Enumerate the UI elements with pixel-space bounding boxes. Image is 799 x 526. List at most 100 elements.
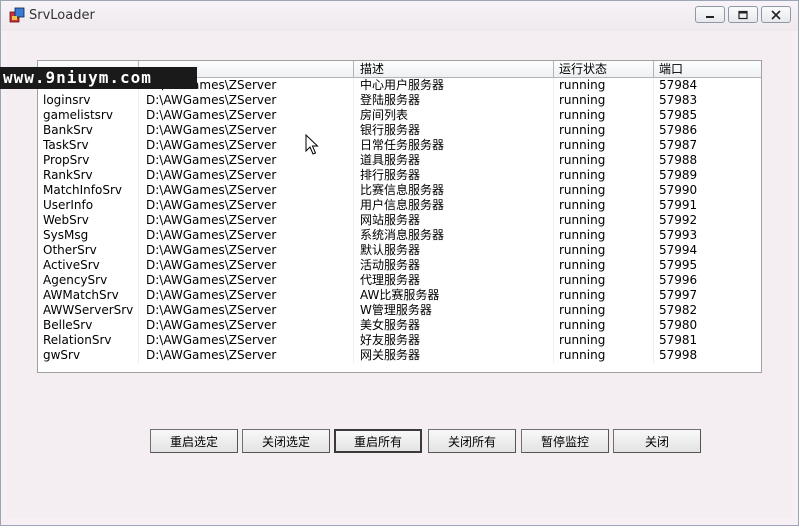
column-header-description[interactable]: 描述 bbox=[354, 61, 554, 78]
mouse-pointer-icon bbox=[305, 134, 319, 155]
cell-path: D:\AWGames\ZServer bbox=[139, 123, 354, 138]
cell-path: D:\AWGames\ZServer bbox=[139, 168, 354, 183]
list-rows: CenterUserD:\AWGames\ZServer中心用户服务器runni… bbox=[38, 78, 761, 363]
cell-status: running bbox=[554, 288, 654, 303]
cell-description: 道具服务器 bbox=[354, 153, 554, 168]
cell-name: AgencySrv bbox=[38, 273, 139, 288]
cell-description: 房间列表 bbox=[354, 108, 554, 123]
cell-path: D:\AWGames\ZServer bbox=[139, 138, 354, 153]
cell-path: D:\AWGames\ZServer bbox=[139, 258, 354, 273]
table-row[interactable]: BelleSrv D:\AWGames\ZServer 美女服务器 running 57… bbox=[38, 318, 761, 333]
table-row[interactable]: TaskSrv D:\AWGames\ZServer 日常任务服务器 running 5… bbox=[38, 138, 761, 153]
cell-name: AWMatchSrv bbox=[38, 288, 139, 303]
close-window-button[interactable] bbox=[761, 6, 791, 23]
close-icon bbox=[771, 9, 781, 20]
cell-path: D:\AWGames\ZServer bbox=[139, 273, 354, 288]
table-row[interactable]: UserInfo D:\AWGames\ZServer 用户信息服务器 running… bbox=[38, 198, 761, 213]
restart-all-button[interactable]: 重启所有 bbox=[334, 429, 422, 453]
cell-name: UserInfo bbox=[38, 198, 139, 213]
cell-path: D:\AWGames\ZServer bbox=[139, 318, 354, 333]
restart-selected-button[interactable]: 重启选定 bbox=[150, 429, 238, 453]
cell-description: 好友服务器 bbox=[354, 333, 554, 348]
cell-status: running bbox=[554, 108, 654, 123]
cell-port: 57986 bbox=[659, 123, 698, 137]
cell-port: 57988 bbox=[659, 153, 698, 167]
cell-port: 57982 bbox=[659, 303, 698, 317]
app-icon bbox=[9, 7, 25, 23]
cell-port: 57993 bbox=[659, 228, 698, 242]
close-button[interactable]: 关闭 bbox=[613, 429, 701, 453]
cell-path: D:\AWGames\ZServer bbox=[139, 228, 354, 243]
title-bar[interactable]: SrvLoader bbox=[1, 1, 798, 31]
cell-description: 网站服务器 bbox=[354, 213, 554, 228]
table-row[interactable]: AWMatchSrv D:\AWGames\ZServer AW比赛服务器 runni… bbox=[38, 288, 761, 303]
table-row[interactable]: SysMsg D:\AWGames\ZServer 系统消息服务器 running 57… bbox=[38, 228, 761, 243]
cell-status: running bbox=[554, 78, 654, 93]
cell-status: running bbox=[554, 333, 654, 348]
cell-status: running bbox=[554, 213, 654, 228]
cell-name: RankSrv bbox=[38, 168, 139, 183]
cell-path: D:\AWGames\ZServer bbox=[139, 93, 354, 108]
cell-name: RelationSrv bbox=[38, 333, 139, 348]
cell-status: running bbox=[554, 318, 654, 333]
table-row[interactable]: BankSrv D:\AWGames\ZServer 银行服务器 running 579… bbox=[38, 123, 761, 138]
table-row[interactable]: WebSrv D:\AWGames\ZServer 网站服务器 running 5799… bbox=[38, 213, 761, 228]
table-row[interactable]: ActiveSrv D:\AWGames\ZServer 活动服务器 running 5… bbox=[38, 258, 761, 273]
table-row[interactable]: AgencySrv D:\AWGames\ZServer 代理服务器 running 5… bbox=[38, 273, 761, 288]
cell-status: running bbox=[554, 183, 654, 198]
cell-port: 57991 bbox=[659, 198, 698, 212]
cell-status: running bbox=[554, 243, 654, 258]
minimize-button[interactable] bbox=[695, 6, 725, 23]
table-row[interactable]: AWWServerSrv D:\AWGames\ZServer W管理服务器 runn… bbox=[38, 303, 761, 318]
table-row[interactable]: PropSrv D:\AWGames\ZServer 道具服务器 running 579… bbox=[38, 153, 761, 168]
cell-port: 57981 bbox=[659, 333, 698, 347]
cell-status: running bbox=[554, 348, 654, 363]
cell-name: PropSrv bbox=[38, 153, 139, 168]
table-row[interactable]: RelationSrv D:\AWGames\ZServer 好友服务器 runnin… bbox=[38, 333, 761, 348]
table-row[interactable]: gwSrv D:\AWGames\ZServer 网关服务器 running 57998 bbox=[38, 348, 761, 363]
window-title: SrvLoader bbox=[29, 8, 95, 23]
cell-description: 默认服务器 bbox=[354, 243, 554, 258]
watermark: www.9niuym.com bbox=[0, 67, 197, 89]
cell-name: SysMsg bbox=[38, 228, 139, 243]
table-row[interactable]: gamelistsrv D:\AWGames\ZServer 房间列表 running… bbox=[38, 108, 761, 123]
cell-status: running bbox=[554, 273, 654, 288]
cell-description: 代理服务器 bbox=[354, 273, 554, 288]
cell-path: D:\AWGames\ZServer bbox=[139, 348, 354, 363]
pause-monitor-button[interactable]: 暂停监控 bbox=[521, 429, 609, 453]
table-row[interactable]: RankSrv D:\AWGames\ZServer 排行服务器 running 579… bbox=[38, 168, 761, 183]
client-area: 描述 运行状态 端口 CenterUserD:\AWGames\ZServer中… bbox=[7, 31, 792, 518]
cell-port: 57985 bbox=[659, 108, 698, 122]
cell-port: 57998 bbox=[659, 348, 698, 362]
table-row[interactable]: OtherSrv D:\AWGames\ZServer 默认服务器 running 57… bbox=[38, 243, 761, 258]
column-header-port[interactable]: 端口 bbox=[654, 61, 754, 78]
close-selected-button[interactable]: 关闭选定 bbox=[242, 429, 330, 453]
cell-status: running bbox=[554, 303, 654, 318]
table-row[interactable]: loginsrv D:\AWGames\ZServer 登陆服务器 running 57… bbox=[38, 93, 761, 108]
table-row[interactable]: MatchInfoSrv D:\AWGames\ZServer 比赛信息服务器 run… bbox=[38, 183, 761, 198]
cell-status: running bbox=[554, 258, 654, 273]
minimize-icon bbox=[706, 15, 714, 18]
cell-port: 57990 bbox=[659, 183, 698, 197]
close-all-button[interactable]: 关闭所有 bbox=[428, 429, 516, 453]
cell-path: D:\AWGames\ZServer bbox=[139, 243, 354, 258]
cell-description: 银行服务器 bbox=[354, 123, 554, 138]
column-header-status[interactable]: 运行状态 bbox=[554, 61, 654, 78]
cell-name: gwSrv bbox=[38, 348, 139, 363]
cell-name: ActiveSrv bbox=[38, 258, 139, 273]
cell-port: 57980 bbox=[659, 318, 698, 332]
maximize-button[interactable] bbox=[728, 6, 758, 23]
cell-description: 系统消息服务器 bbox=[354, 228, 554, 243]
cell-description: 用户信息服务器 bbox=[354, 198, 554, 213]
cell-name: TaskSrv bbox=[38, 138, 139, 153]
cell-port: 57994 bbox=[659, 243, 698, 257]
cell-status: running bbox=[554, 228, 654, 243]
cell-name: WebSrv bbox=[38, 213, 139, 228]
cell-name: BelleSrv bbox=[38, 318, 139, 333]
cell-port: 57983 bbox=[659, 93, 698, 107]
cell-name: MatchInfoSrv bbox=[38, 183, 139, 198]
cell-name: OtherSrv bbox=[38, 243, 139, 258]
cell-description: AW比赛服务器 bbox=[354, 288, 554, 303]
cell-port: 57996 bbox=[659, 273, 698, 287]
server-list[interactable]: 描述 运行状态 端口 CenterUserD:\AWGames\ZServer中… bbox=[37, 60, 762, 373]
